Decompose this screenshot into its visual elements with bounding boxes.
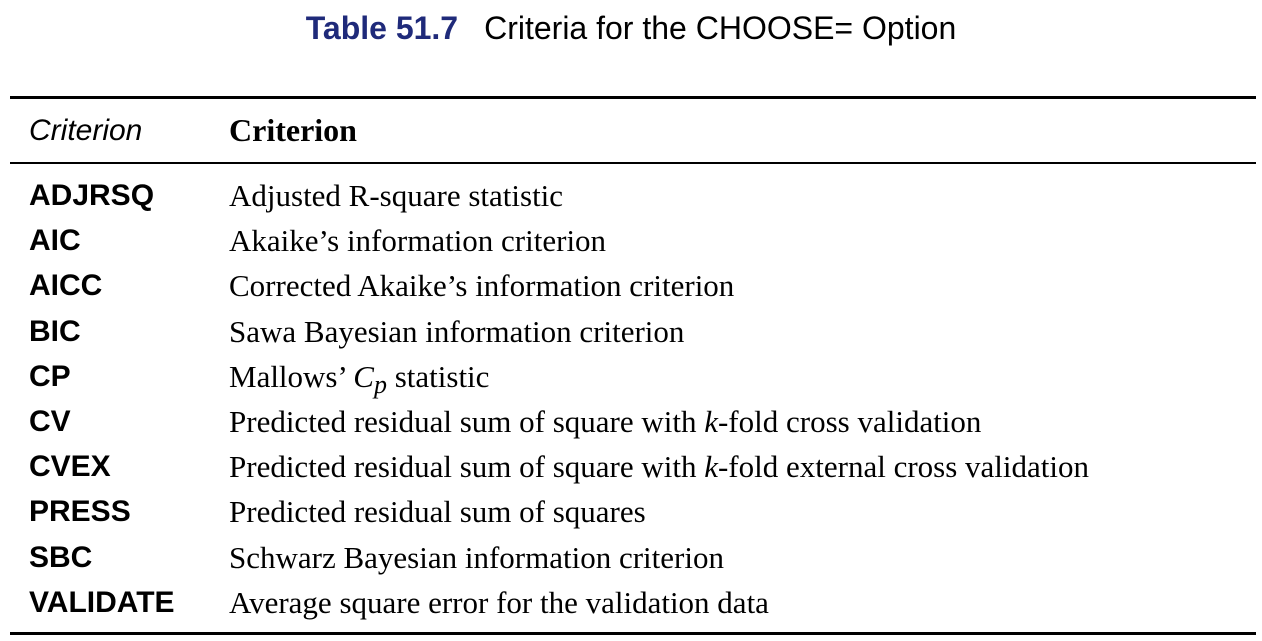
table-header-row: Criterion Criterion [10, 99, 1256, 162]
table-bottom-rule [10, 631, 1256, 635]
description-text: Schwarz Bayesian information criterion [229, 539, 724, 575]
table-row: BIC Sawa Bayesian information criterion [10, 308, 1256, 353]
table-row: CVEX Predicted residual sum of square wit… [10, 443, 1256, 488]
table-row: ADJRSQ Adjusted R-square statistic [10, 172, 1256, 217]
table-row: PRESS Predicted residual sum of squares [10, 488, 1256, 533]
math-symbol: p [373, 369, 387, 399]
criterion-keyword: ADJRSQ [29, 179, 155, 212]
description-text: statistic [386, 358, 490, 394]
column-header-keyword: Criterion [29, 114, 143, 147]
math-symbol: k [704, 403, 718, 439]
description-text: -fold cross validation [717, 403, 982, 439]
description-text: Adjusted R-square statistic [229, 178, 564, 213]
table-row: AICC Corrected Akaike’s information crite… [10, 262, 1256, 307]
description-text: -fold external cross validation [717, 449, 1090, 485]
criterion-description: Corrected Akaike’s information criterion [229, 267, 734, 305]
criterion-keyword: VALIDATE [29, 585, 175, 619]
criterion-description: Mallows’ Cp statistic [229, 358, 490, 399]
criterion-keyword: CP [29, 359, 71, 393]
criterion-description: Adjusted R-square statistic [229, 177, 563, 215]
criterion-description: Predicted residual sum of squares [229, 493, 646, 531]
criterion-keyword: CVEX [29, 450, 111, 484]
criterion-keyword: PRESS [29, 495, 131, 529]
criterion-description: Sawa Bayesian information criterion [229, 313, 684, 351]
table-number: Table 51.7 [305, 10, 459, 46]
table-row: SBC Schwarz Bayesian information criterio… [10, 534, 1256, 579]
criterion-description: Akaike’s information criterion [229, 222, 606, 260]
description-text: Mallows’ [229, 358, 354, 394]
criterion-keyword: BIC [29, 314, 81, 348]
criterion-keyword: CV [29, 404, 71, 438]
table-title: Criteria for the CHOOSE= Option [484, 10, 957, 46]
criterion-keyword: SBC [29, 540, 93, 574]
criterion-description: Predicted residual sum of square with k-… [229, 403, 981, 441]
criteria-table: Criterion Criterion ADJRSQ Adjusted R-squ… [10, 96, 1256, 635]
description-text: Sawa Bayesian information criterion [229, 313, 685, 349]
column-header-description: Criterion [229, 112, 357, 148]
table-row: CP Mallows’ Cp statistic [10, 353, 1256, 399]
description-text: Corrected Akaike’s information criterion [229, 268, 735, 304]
criterion-description: Predicted residual sum of square with k-… [229, 448, 1089, 486]
criterion-description: Schwarz Bayesian information criterion [229, 539, 724, 577]
description-text: Akaike’s information criterion [229, 223, 607, 259]
table-row: AIC Akaike’s information criterion [10, 217, 1256, 262]
table-row: CV Predicted residual sum of square with … [10, 398, 1256, 443]
description-text: Predicted residual sum of squares [229, 494, 646, 530]
math-symbol: k [704, 449, 718, 485]
description-text: Average square error for the validation … [229, 584, 769, 620]
table-row: VALIDATE Average square error for the val… [10, 579, 1256, 624]
description-text: Predicted residual sum of square with [229, 449, 705, 485]
math-symbol: C [353, 358, 374, 394]
criterion-description: Average square error for the validation … [229, 584, 769, 622]
criterion-keyword: AICC [29, 269, 103, 303]
table-body: ADJRSQ Adjusted R-square statistic AIC Akai… [10, 164, 1256, 632]
description-text: Predicted residual sum of square with [229, 403, 705, 439]
table-caption: Table 51.7 Criteria for the CHOOSE= Optio… [0, 8, 1262, 48]
criterion-keyword: AIC [29, 224, 81, 258]
